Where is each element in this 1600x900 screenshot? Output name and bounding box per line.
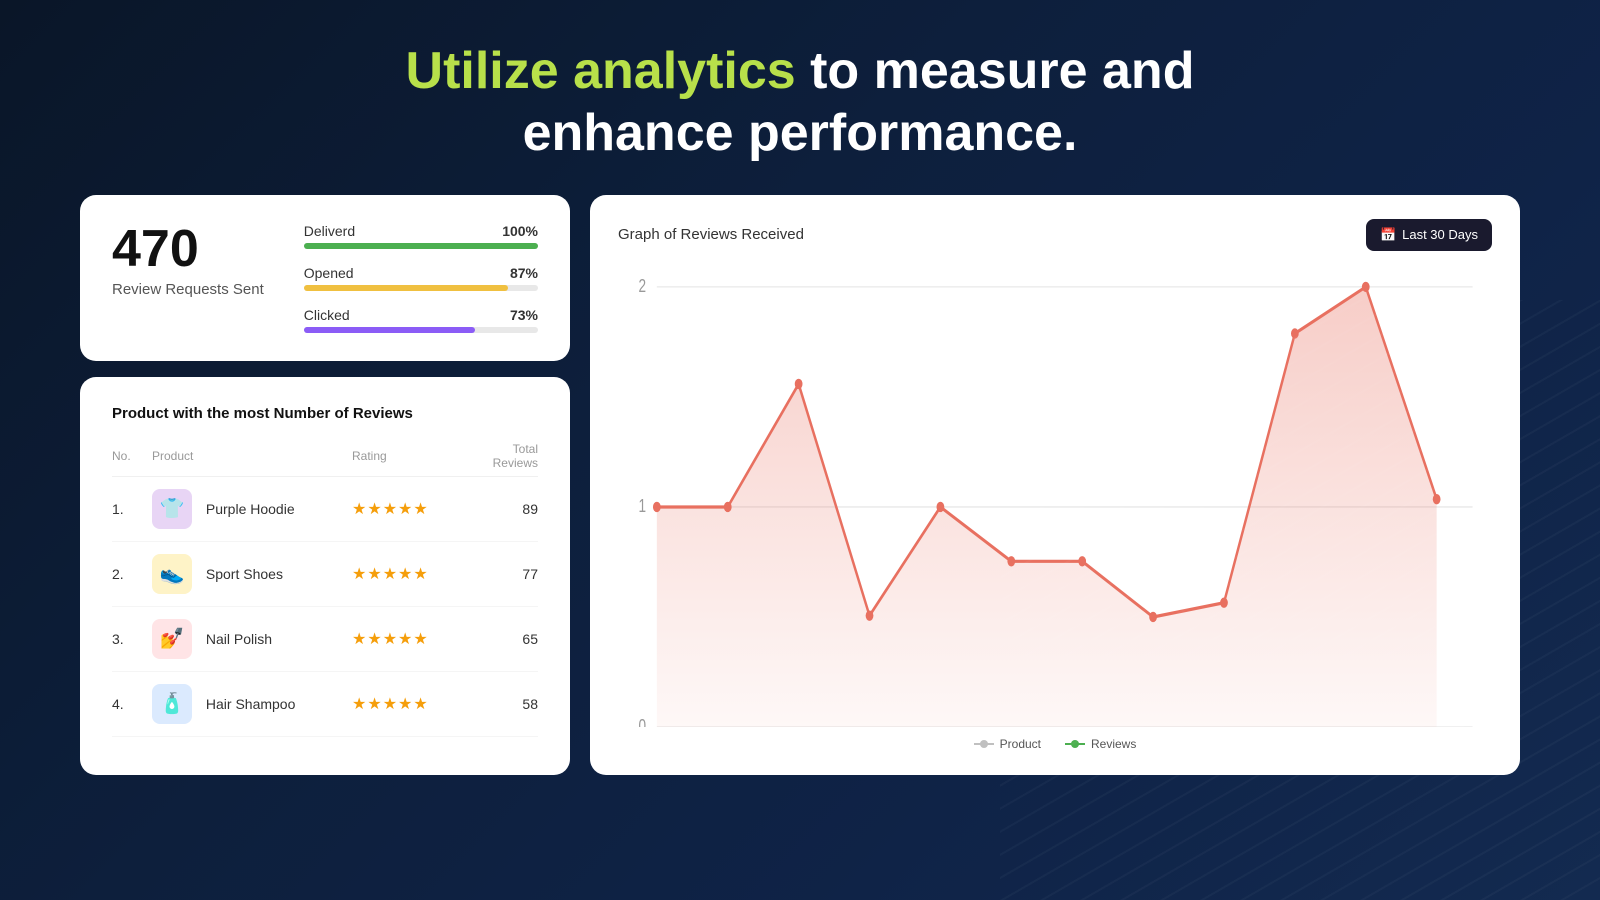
chart-legend: Product Reviews: [618, 737, 1492, 751]
table-row: 3. 💅 Nail Polish ★★★★★ 65: [112, 606, 538, 671]
table-row: 2. 👟 Sport Shoes ★★★★★ 77: [112, 541, 538, 606]
metric-clicked-label: Clicked: [304, 307, 350, 323]
product-stars: ★★★★★: [352, 631, 429, 648]
svg-text:1: 1: [638, 497, 646, 516]
product-name: Purple Hoodie: [206, 501, 295, 517]
legend-reviews-line: [1065, 743, 1085, 745]
chart-dot: [1149, 612, 1157, 622]
col-header-rating: Rating: [352, 436, 482, 477]
legend-product-label: Product: [1000, 737, 1041, 751]
chart-dot: [795, 379, 803, 389]
table-header-row: No. Product Rating Total Reviews: [112, 436, 538, 477]
page-header: Utilize analytics to measure and enhance…: [0, 0, 1600, 195]
metric-delivered-bar-fill: [304, 243, 538, 249]
row-reviews: 65: [482, 606, 538, 671]
table-row: 4. 🧴 Hair Shampoo ★★★★★ 58: [112, 671, 538, 736]
chart-dot: [1220, 597, 1228, 607]
metric-delivered-bar-bg: [304, 243, 538, 249]
chart-dot: [1078, 556, 1086, 566]
metric-clicked-bar-fill: [304, 327, 475, 333]
metrics-list: Deliverd 100% Opened 87%: [304, 223, 538, 333]
date-filter-label: Last 30 Days: [1402, 227, 1478, 242]
row-product: 💅 Nail Polish: [152, 606, 352, 671]
metric-delivered-label: Deliverd: [304, 223, 355, 239]
chart-title: Graph of Reviews Received: [618, 226, 804, 243]
row-rating: ★★★★★: [352, 606, 482, 671]
row-product: 👕 Purple Hoodie: [152, 476, 352, 541]
date-filter-button[interactable]: 📅 Last 30 Days: [1366, 219, 1492, 251]
svg-text:0: 0: [638, 717, 646, 727]
product-stars: ★★★★★: [352, 501, 429, 518]
headline: Utilize analytics to measure and enhance…: [0, 40, 1600, 165]
product-stars: ★★★★★: [352, 696, 429, 713]
metric-clicked-bar-bg: [304, 327, 538, 333]
legend-item-reviews: Reviews: [1065, 737, 1136, 751]
chart-dot: [937, 502, 945, 512]
chart-card: Graph of Reviews Received 📅 Last 30 Days…: [590, 195, 1520, 775]
metric-clicked-pct: 73%: [510, 307, 538, 323]
left-column: 470 Review Requests Sent Deliverd 100%: [80, 195, 570, 775]
row-reviews: 77: [482, 541, 538, 606]
svg-text:2: 2: [638, 277, 646, 296]
metric-delivered: Deliverd 100%: [304, 223, 538, 249]
review-requests-label: Review Requests Sent: [112, 281, 264, 298]
product-name: Sport Shoes: [206, 566, 283, 582]
chart-dot: [653, 502, 661, 512]
products-table: No. Product Rating Total Reviews 1. 👕 Pu…: [112, 436, 538, 737]
row-product: 👟 Sport Shoes: [152, 541, 352, 606]
row-number: 3.: [112, 606, 152, 671]
metric-opened-bar-fill: [304, 285, 508, 291]
col-header-product: Product: [152, 436, 352, 477]
row-number: 2.: [112, 541, 152, 606]
table-row: 1. 👕 Purple Hoodie ★★★★★ 89: [112, 476, 538, 541]
legend-item-product: Product: [974, 737, 1041, 751]
row-rating: ★★★★★: [352, 671, 482, 736]
headline-rest: to measure and: [796, 42, 1195, 100]
products-card: Product with the most Number of Reviews …: [80, 377, 570, 775]
metric-delivered-pct: 100%: [502, 223, 538, 239]
row-number: 1.: [112, 476, 152, 541]
product-thumbnail: 💅: [152, 619, 192, 659]
product-stars: ★★★★★: [352, 566, 429, 583]
chart-dot: [1433, 494, 1441, 504]
row-rating: ★★★★★: [352, 541, 482, 606]
chart-dot: [866, 610, 874, 620]
stats-summary: 470 Review Requests Sent: [112, 223, 264, 298]
product-name: Nail Polish: [206, 631, 272, 647]
metric-opened-label: Opened: [304, 265, 354, 281]
row-number: 4.: [112, 671, 152, 736]
content-area: 470 Review Requests Sent Deliverd 100%: [0, 195, 1600, 775]
chart-header: Graph of Reviews Received 📅 Last 30 Days: [618, 219, 1492, 251]
row-reviews: 89: [482, 476, 538, 541]
chart-dot: [1291, 328, 1299, 338]
product-thumbnail: 👟: [152, 554, 192, 594]
col-header-reviews: Total Reviews: [482, 436, 538, 477]
product-thumbnail: 👕: [152, 489, 192, 529]
chart-dot: [1362, 281, 1370, 291]
metric-opened: Opened 87%: [304, 265, 538, 291]
product-name: Hair Shampoo: [206, 696, 296, 712]
row-product: 🧴 Hair Shampoo: [152, 671, 352, 736]
headline-line2: enhance performance.: [523, 104, 1078, 162]
row-reviews: 58: [482, 671, 538, 736]
review-requests-count: 470: [112, 223, 264, 275]
legend-reviews-label: Reviews: [1091, 737, 1136, 751]
products-title: Product with the most Number of Reviews: [112, 405, 538, 422]
legend-product-line: [974, 743, 994, 745]
metric-clicked: Clicked 73%: [304, 307, 538, 333]
col-header-no: No.: [112, 436, 152, 477]
chart-svg: 2 1 0: [618, 261, 1492, 727]
row-rating: ★★★★★: [352, 476, 482, 541]
chart-dot: [1007, 556, 1015, 566]
product-thumbnail: 🧴: [152, 684, 192, 724]
headline-highlight: Utilize analytics: [406, 42, 796, 100]
chart-area: 2 1 0: [618, 261, 1492, 727]
stats-card: 470 Review Requests Sent Deliverd 100%: [80, 195, 570, 361]
metric-opened-pct: 87%: [510, 265, 538, 281]
metric-opened-bar-bg: [304, 285, 538, 291]
chart-dot: [724, 502, 732, 512]
products-tbody: 1. 👕 Purple Hoodie ★★★★★ 89 2. 👟 Sport S…: [112, 476, 538, 736]
calendar-icon: 📅: [1380, 227, 1396, 243]
